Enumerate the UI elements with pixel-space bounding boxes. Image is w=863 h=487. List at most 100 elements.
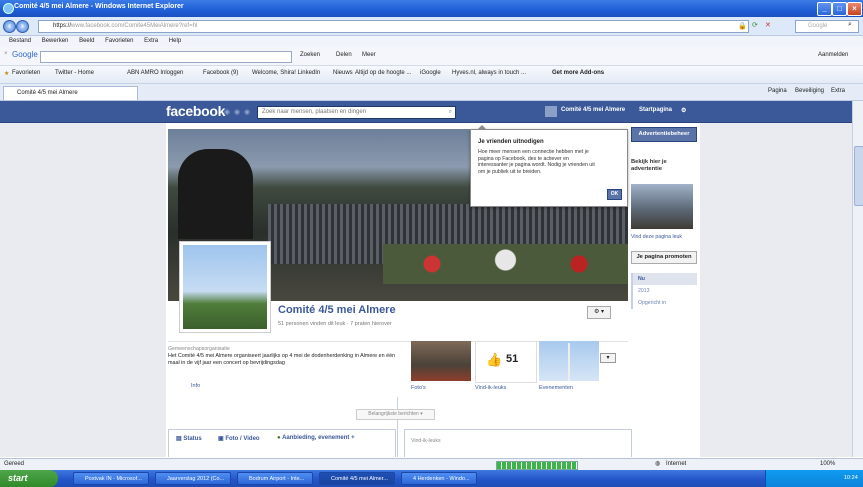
- cmd-page[interactable]: Pagina: [768, 88, 787, 94]
- fav-hyves[interactable]: Hyves.nl, always in touch ...: [452, 70, 526, 76]
- favorites-star-icon[interactable]: ★: [4, 70, 9, 77]
- nav-home-link[interactable]: Startpagina: [639, 107, 672, 113]
- facebook-page: facebook ◉ ◉ ◉ Zoek naar mensen, plaatse…: [0, 101, 852, 457]
- fav-abnamro[interactable]: ABN AMRO Inloggen: [127, 70, 183, 76]
- composer-offer[interactable]: ● Aanbieding, evenement +: [277, 435, 355, 441]
- cmd-security[interactable]: Beveiliging: [795, 88, 824, 94]
- minimize-button[interactable]: _: [817, 2, 832, 16]
- signin-link[interactable]: Aanmelden: [818, 52, 848, 58]
- refresh-icon[interactable]: ⟳: [752, 21, 758, 29]
- facebook-search-placeholder: Zoek naar mensen, plaatsen en dingen: [262, 109, 367, 115]
- google-search-input[interactable]: [40, 51, 292, 63]
- start-button[interactable]: start: [0, 470, 58, 487]
- search-icon[interactable]: ⌕: [848, 21, 852, 29]
- fav-igoogle[interactable]: iGoogle: [420, 70, 441, 76]
- profile-picture[interactable]: [179, 241, 271, 333]
- close-button[interactable]: ×: [847, 2, 862, 16]
- task-bodrum[interactable]: Bodrum Airport - Inte...: [237, 472, 313, 485]
- menu-favorieten[interactable]: Favorieten: [105, 38, 133, 44]
- events-tile[interactable]: [539, 341, 599, 381]
- url-prefix: https: [53, 23, 67, 29]
- task-jaarverslag[interactable]: Jaarverslag 2012 (Co...: [155, 472, 231, 485]
- menu-bewerken[interactable]: Bewerken: [42, 38, 69, 44]
- info-link[interactable]: Info: [191, 383, 200, 389]
- page-gear-button[interactable]: ⚙ ▾: [587, 306, 611, 319]
- menu-beeld[interactable]: Beeld: [79, 38, 94, 44]
- composer-photo[interactable]: ▣ Foto / Video: [218, 435, 260, 442]
- google-search-button[interactable]: Zoeken: [300, 52, 320, 58]
- window-title: Comité 4/5 mei Almere - Windows Internet…: [14, 3, 184, 10]
- flagpole: [568, 343, 570, 381]
- close-toolbar-icon[interactable]: ×: [4, 51, 8, 57]
- lock-icon[interactable]: 🔒: [738, 22, 747, 30]
- settings-gear-icon[interactable]: ⚙: [681, 107, 686, 114]
- scroll-thumb[interactable]: [854, 146, 863, 206]
- facebook-bluebar: facebook ◉ ◉ ◉ Zoek naar mensen, plaatse…: [0, 101, 852, 123]
- likes-tile[interactable]: 👍 51: [475, 341, 537, 383]
- task-comite[interactable]: Comité 4/5 mei Almer...: [319, 472, 395, 485]
- back-button[interactable]: ‹: [3, 20, 16, 33]
- friend-requests-icon[interactable]: ◉: [224, 108, 230, 116]
- ad-title[interactable]: Bekijk hier je advertentie: [631, 159, 691, 173]
- status-text: Gereed: [4, 461, 25, 467]
- share-button[interactable]: Delen: [336, 52, 352, 58]
- popup-arrow: [477, 125, 487, 130]
- composer-status[interactable]: ▤ Status: [176, 435, 202, 442]
- menu-extra[interactable]: Extra: [144, 38, 158, 44]
- wreaths: [383, 244, 628, 284]
- timeline-years: Nu 2013 Opgericht in: [631, 273, 697, 309]
- favorites-button[interactable]: Favorieten: [12, 70, 40, 76]
- ad-like-link[interactable]: Vind deze pagina leuk: [631, 234, 693, 240]
- thumbs-up-icon: 👍: [486, 352, 503, 367]
- ad-manager-button[interactable]: Advertentiebeheer: [631, 127, 697, 142]
- invite-title: Je vrienden uitnodigen: [478, 139, 544, 145]
- menu-bar: Bestand Bewerken Beeld Favorieten Extra …: [0, 36, 863, 47]
- zoom-level[interactable]: 100%: [820, 459, 835, 470]
- task-herdenken[interactable]: 4 Herdenken - Windo...: [401, 472, 477, 485]
- speaker-silhouette: [178, 149, 253, 239]
- notifications-icon[interactable]: ◉: [244, 108, 250, 116]
- more-button[interactable]: Meer: [362, 52, 376, 58]
- fav-nieuws[interactable]: Nieuws: [333, 70, 353, 76]
- page-avatar[interactable]: [545, 106, 557, 117]
- maximize-button[interactable]: □: [832, 2, 847, 16]
- fav-twitter[interactable]: Twitter - Home: [55, 70, 94, 76]
- photos-tile[interactable]: [411, 341, 471, 381]
- messages-icon[interactable]: ◉: [234, 108, 240, 116]
- ad-image[interactable]: [631, 184, 693, 229]
- year-founded[interactable]: Opgericht in: [633, 297, 697, 309]
- menu-help[interactable]: Help: [169, 38, 181, 44]
- security-zone[interactable]: Internet: [666, 459, 686, 470]
- fav-facebook[interactable]: Facebook (9): [203, 70, 238, 76]
- invite-ok-button[interactable]: OK: [607, 189, 622, 200]
- tiles-more-button[interactable]: ▾: [600, 353, 616, 363]
- address-input[interactable]: https://www.facebook.com/Comite45MeiAlme…: [38, 20, 749, 33]
- nav-page-link[interactable]: Comité 4/5 mei Almere: [561, 107, 625, 113]
- promote-page-button[interactable]: Je pagina promoten: [631, 251, 697, 264]
- tile-label-likes[interactable]: Vind-ik-leuks: [475, 385, 506, 391]
- timeline-spine: [397, 397, 398, 457]
- menu-bestand[interactable]: Bestand: [9, 38, 31, 44]
- tile-label-photos[interactable]: Foto's: [411, 385, 426, 391]
- fav-addons[interactable]: Get more Add-ons: [552, 70, 604, 76]
- clock[interactable]: 10:24: [844, 470, 858, 487]
- left-gutter: [0, 123, 166, 457]
- forward-button[interactable]: ›: [16, 20, 29, 33]
- facebook-logo[interactable]: facebook: [166, 103, 225, 119]
- highlights-dropdown[interactable]: Belangrijkste berichten ▾: [356, 409, 435, 420]
- fav-hoogte[interactable]: Altijd op de hoogte ...: [355, 70, 411, 76]
- cmd-extra[interactable]: Extra: [831, 88, 845, 94]
- year-now[interactable]: Nu: [633, 273, 697, 285]
- fav-linkedin[interactable]: Welcome, Shira! LinkedIn: [252, 70, 320, 76]
- facebook-search-input[interactable]: Zoek naar mensen, plaatsen en dingen ⌕: [257, 106, 456, 119]
- tile-label-events[interactable]: Evenementen: [539, 385, 573, 391]
- tab-comite[interactable]: Comité 4/5 mei Almere: [3, 86, 138, 100]
- task-outlook[interactable]: Postvak IN - Microsof...: [73, 472, 149, 485]
- page-title[interactable]: Comité 4/5 mei Almere: [278, 304, 396, 316]
- vertical-scrollbar[interactable]: [852, 101, 863, 457]
- stop-icon[interactable]: ✕: [765, 21, 771, 29]
- search-icon[interactable]: ⌕: [449, 107, 452, 118]
- profile-image: [183, 245, 267, 329]
- year-2013[interactable]: 2013: [633, 285, 697, 297]
- zone-globe-icon: ◍: [655, 461, 661, 467]
